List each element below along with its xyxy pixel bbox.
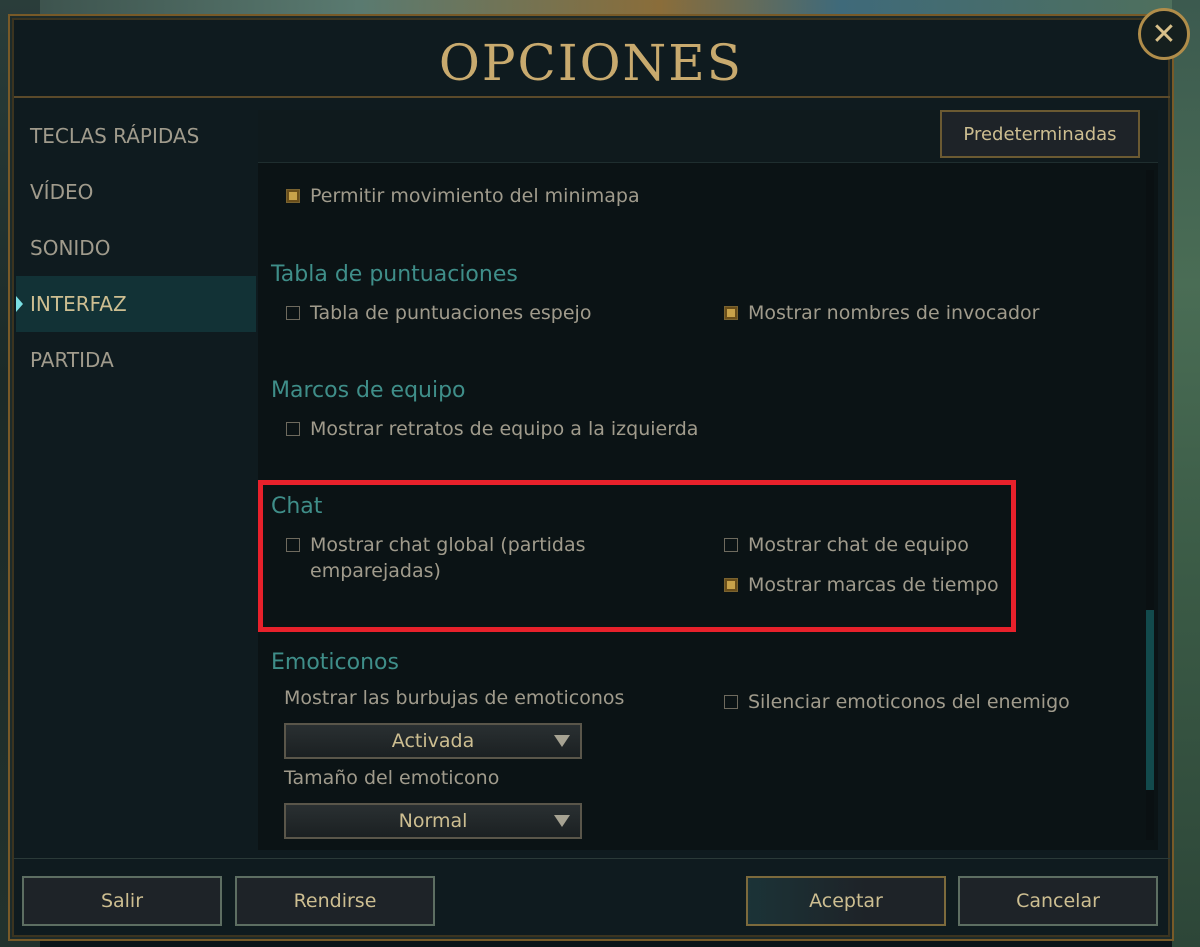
exit-button[interactable]: Salir bbox=[22, 876, 222, 926]
dropdown-value: Activada bbox=[391, 730, 475, 752]
checkbox-unchecked-icon bbox=[286, 422, 300, 436]
sidebar-item-interface[interactable]: INTERFAZ bbox=[16, 276, 256, 332]
chat-highlight-box bbox=[258, 480, 1016, 632]
minimap-movement-checkbox[interactable]: Permitir movimiento del minimapa bbox=[286, 183, 640, 209]
dropdown-value: Normal bbox=[398, 810, 468, 832]
window-title: OPCIONES bbox=[438, 34, 744, 92]
checkbox-label: Mostrar nombres de invocador bbox=[748, 302, 1040, 324]
sidebar-item-video[interactable]: VÍDEO bbox=[16, 164, 256, 220]
checkbox-label: Permitir movimiento del minimapa bbox=[310, 185, 640, 207]
emote-size-label: Tamaño del emoticono bbox=[284, 767, 500, 789]
background-right bbox=[1172, 0, 1200, 947]
sidebar-item-game[interactable]: PARTIDA bbox=[16, 332, 256, 388]
sidebar-item-sound[interactable]: SONIDO bbox=[16, 220, 256, 276]
sidebar-item-hotkeys[interactable]: TECLAS RÁPIDAS bbox=[16, 108, 256, 164]
checkbox-checked-icon bbox=[286, 189, 300, 203]
defaults-button[interactable]: Predeterminadas bbox=[940, 110, 1140, 158]
sidebar-item-label: PARTIDA bbox=[30, 348, 114, 372]
cancel-button[interactable]: Cancelar bbox=[958, 876, 1158, 926]
mirror-scoreboard-checkbox[interactable]: Tabla de puntuaciones espejo bbox=[286, 300, 591, 326]
sidebar-item-label: INTERFAZ bbox=[30, 292, 127, 316]
checkbox-unchecked-icon bbox=[724, 695, 738, 709]
surrender-button[interactable]: Rendirse bbox=[235, 876, 435, 926]
section-title-scoreboard: Tabla de puntuaciones bbox=[271, 262, 518, 287]
chevron-down-icon bbox=[554, 815, 570, 827]
sidebar-item-label: SONIDO bbox=[30, 236, 111, 260]
emote-bubbles-dropdown[interactable]: Activada bbox=[284, 723, 582, 759]
sidebar-item-label: VÍDEO bbox=[30, 180, 94, 204]
close-icon: ✕ bbox=[1151, 16, 1177, 52]
checkbox-checked-icon bbox=[724, 306, 738, 320]
team-portraits-left-checkbox[interactable]: Mostrar retratos de equipo a la izquierd… bbox=[286, 416, 698, 442]
summoner-names-checkbox[interactable]: Mostrar nombres de invocador bbox=[724, 300, 1040, 326]
sidebar-item-label: TECLAS RÁPIDAS bbox=[30, 124, 200, 148]
section-title-team-frames: Marcos de equipo bbox=[271, 378, 466, 403]
section-title-emotes: Emoticonos bbox=[271, 650, 399, 675]
scrollbar[interactable] bbox=[1146, 170, 1154, 840]
checkbox-unchecked-icon bbox=[286, 306, 300, 320]
scrollbar-thumb[interactable] bbox=[1146, 610, 1154, 790]
mute-enemy-emotes-checkbox[interactable]: Silenciar emoticonos del enemigo bbox=[724, 689, 1070, 715]
close-button[interactable]: ✕ bbox=[1138, 8, 1190, 60]
accept-button[interactable]: Aceptar bbox=[746, 876, 946, 926]
emote-bubbles-label: Mostrar las burbujas de emoticonos bbox=[284, 687, 625, 709]
emote-size-dropdown[interactable]: Normal bbox=[284, 803, 582, 839]
chevron-down-icon bbox=[554, 735, 570, 747]
sidebar: TECLAS RÁPIDAS VÍDEO SONIDO INTERFAZ PAR… bbox=[16, 108, 256, 388]
footer-divider bbox=[14, 858, 1170, 859]
checkbox-label: Tabla de puntuaciones espejo bbox=[310, 302, 592, 324]
title-divider bbox=[14, 96, 1170, 98]
checkbox-label: Mostrar retratos de equipo a la izquierd… bbox=[310, 418, 699, 440]
checkbox-label: Silenciar emoticonos del enemigo bbox=[748, 691, 1070, 713]
